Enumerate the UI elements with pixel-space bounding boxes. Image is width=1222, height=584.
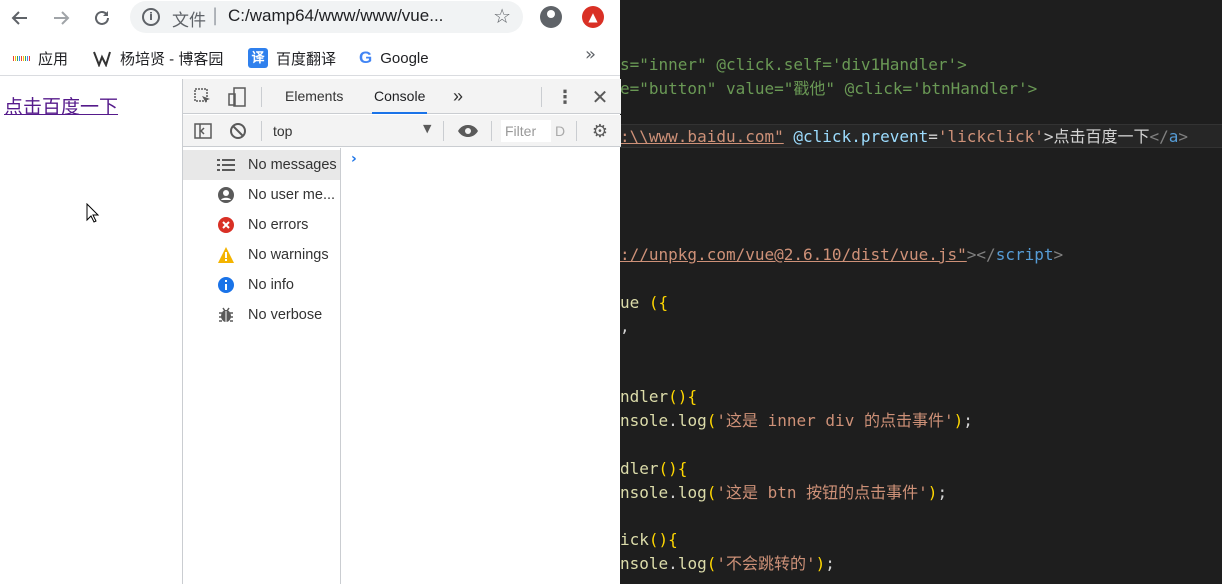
bookmark-translate[interactable]: 译 百度翻译 [248, 47, 336, 69]
info-icon[interactable]: i [142, 8, 160, 26]
code-line: dler(){ [620, 459, 688, 478]
code-line: ue ({ [620, 293, 669, 312]
back-arrow-icon [11, 11, 27, 25]
code-line: ick(){ [620, 530, 678, 549]
close-icon[interactable]: ✕ [589, 85, 611, 109]
address-bar[interactable]: i 文件 | C:/wamp64/www/www/vue... ☆ [130, 1, 523, 33]
forward-button[interactable] [47, 4, 75, 32]
sidebar-item-info[interactable]: No info [183, 270, 340, 300]
sidebar-item-label: No messages [248, 157, 337, 173]
list-icon [217, 156, 235, 174]
levels-dropdown[interactable]: D [555, 123, 565, 139]
code-line: ://unpkg.com/vue@2.6.10/dist/vue.js"></s… [620, 245, 1064, 264]
apps-grid-icon [13, 50, 30, 67]
code-line: s="inner" @click.self='div1Handler'> [620, 55, 967, 74]
divider [443, 121, 444, 141]
extension-icon[interactable]: ▲ [582, 6, 604, 28]
code-line: ndler(){ [620, 387, 698, 406]
warning-icon [217, 246, 235, 264]
forward-arrow-icon [54, 11, 70, 25]
code-line: :\\www.baidu.com" @click.prevent='lickcl… [620, 124, 1222, 148]
sidebar-item-warnings[interactable]: No warnings [183, 240, 340, 270]
divider [261, 121, 262, 141]
code-line: e="button" value="戳他" @click='btnHandler… [620, 79, 1038, 98]
kebab-menu-icon[interactable]: ⋮ [554, 86, 576, 108]
tab-elements[interactable]: Elements [283, 79, 345, 114]
profile-avatar-icon[interactable] [540, 6, 562, 28]
bookmark-label: Google [380, 49, 429, 67]
bookmark-label: 应用 [38, 50, 69, 68]
bookmarks-bar: 应用 杨培贤 - 博客园 译 百度翻译 G Google » [0, 38, 620, 76]
eye-icon[interactable] [457, 120, 479, 142]
blog-icon [92, 49, 112, 67]
devtools-panel: Elements Console » ⋮ ✕ top ▼ Filter D ⚙ … [182, 79, 621, 584]
user-icon [217, 186, 235, 204]
browser-toolbar: i 文件 | C:/wamp64/www/www/vue... ☆ ▲ [0, 0, 620, 36]
dropdown-arrow-icon[interactable]: ▼ [423, 122, 431, 135]
code-line: nsole.log('这是 inner div 的点击事件'); [620, 411, 973, 430]
url-text[interactable]: C:/wamp64/www/www/vue... [228, 6, 443, 26]
code-line: nsole.log('不会跳转的'); [620, 554, 835, 573]
back-button[interactable] [6, 4, 34, 32]
baidu-link[interactable]: 点击百度一下 [4, 92, 118, 119]
divider [576, 121, 577, 141]
bookmark-label: 百度翻译 [276, 50, 337, 68]
sidebar-item-label: No verbose [248, 307, 323, 323]
divider [261, 87, 262, 107]
info-icon [217, 276, 235, 294]
filter-input[interactable]: Filter [501, 120, 551, 142]
sidebar-item-label: No info [248, 277, 294, 293]
reload-icon [95, 10, 109, 25]
sidebar-item-errors[interactable]: No errors [183, 210, 340, 240]
more-bookmarks-button[interactable]: » [585, 44, 596, 65]
devtools-tabbar: Elements Console » ⋮ ✕ [183, 79, 621, 114]
sidebar-item-user-messages[interactable]: No user me... [183, 180, 340, 210]
google-icon: G [359, 48, 373, 67]
code-line: nsole.log('这是 btn 按钮的点击事件'); [620, 483, 948, 502]
error-icon [217, 216, 235, 234]
sidebar-toggle-icon[interactable] [192, 120, 214, 142]
bookmark-apps[interactable]: 应用 [13, 47, 68, 69]
divider [541, 87, 542, 107]
sidebar-item-messages[interactable]: No messages [183, 150, 340, 180]
sidebar-item-label: No user me... [248, 187, 336, 203]
bookmark-star-icon[interactable]: ☆ [493, 4, 511, 28]
code-line: , [620, 317, 630, 336]
bookmark-google[interactable]: G Google [359, 47, 429, 69]
browser-window: i 文件 | C:/wamp64/www/www/vue... ☆ ▲ 应用 杨… [0, 0, 621, 584]
console-prompt[interactable]: › [351, 151, 357, 167]
clear-console-icon[interactable] [227, 120, 249, 142]
bookmark-label: 杨培贤 - 博客园 [120, 50, 224, 68]
inspect-element-icon[interactable] [192, 86, 214, 108]
mouse-cursor-icon [86, 203, 100, 223]
security-chip: 文件 [172, 11, 206, 31]
gear-icon[interactable]: ⚙ [589, 120, 611, 142]
console-toolbar: top ▼ Filter D ⚙ [183, 115, 621, 147]
context-selector[interactable]: top [273, 123, 292, 139]
sidebar-item-label: No errors [248, 217, 309, 233]
device-toolbar-icon[interactable] [226, 86, 248, 108]
reload-button[interactable] [88, 4, 116, 32]
translate-icon: 译 [248, 48, 268, 68]
tab-console[interactable]: Console [372, 79, 428, 114]
bookmark-blog[interactable]: 杨培贤 - 博客园 [92, 47, 223, 69]
console-sidebar: No messages No user me... No errors No w… [183, 148, 341, 584]
divider [491, 121, 492, 141]
omnibox-separator: | [212, 5, 219, 26]
bug-icon [217, 306, 235, 324]
sidebar-item-label: No warnings [248, 247, 329, 263]
sidebar-item-verbose[interactable]: No verbose [183, 300, 340, 330]
more-tabs-button[interactable]: » [451, 79, 465, 114]
